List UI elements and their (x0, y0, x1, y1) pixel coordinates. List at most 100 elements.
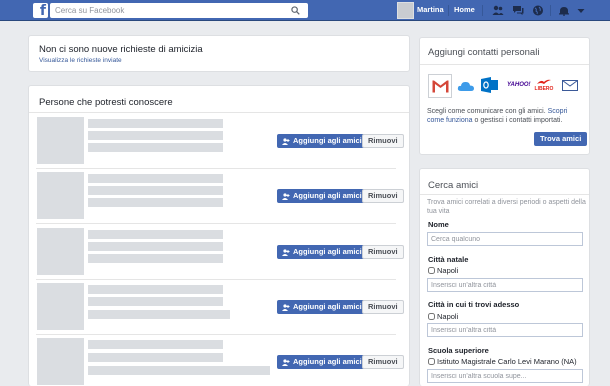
add-friend-button[interactable]: Aggiungi agli amici (277, 134, 368, 148)
add-friend-button[interactable]: Aggiungi agli amici (277, 245, 368, 259)
icloud-icon[interactable] (457, 80, 475, 92)
top-navigation-bar: f Martina Home (0, 0, 610, 21)
suggestion-info-placeholder (88, 366, 270, 375)
suggestion-info-placeholder (88, 310, 230, 319)
suggestion-avatar[interactable] (37, 117, 84, 164)
add-contacts-title: Aggiungi contatti personali (428, 47, 540, 58)
add-friend-label: Aggiungi agli amici (293, 191, 362, 200)
user-avatar[interactable] (397, 2, 414, 19)
suggestion-name-placeholder[interactable] (88, 230, 223, 239)
gmail-provider[interactable] (428, 74, 452, 98)
nav-divider (448, 5, 449, 16)
add-friend-button[interactable]: Aggiungi agli amici (277, 300, 368, 314)
messages-icon[interactable] (512, 5, 524, 16)
suggestion-info-placeholder (88, 143, 223, 152)
remove-suggestion-button[interactable]: Rimuovi (362, 300, 404, 314)
high-school-checkbox[interactable] (428, 358, 435, 365)
add-friend-icon (282, 358, 290, 366)
current-city-label: Città in cui ti trovi adesso (428, 300, 520, 309)
notifications-globe-icon[interactable] (532, 5, 544, 16)
search-friends-description: Trova amici correlati a diversi periodi … (427, 199, 586, 215)
people-you-may-know-title: Persone che potresti conoscere (39, 97, 173, 108)
profile-link[interactable]: Martina (417, 5, 444, 14)
add-friend-icon (282, 248, 290, 256)
remove-suggestion-button[interactable]: Rimuovi (362, 134, 404, 148)
nav-divider (482, 5, 483, 16)
contacts-description-text: Scegli come comunicare con gli amici. (427, 108, 546, 115)
current-city-checkbox[interactable] (428, 313, 435, 320)
libero-label: LIBERO (534, 86, 554, 92)
row-divider (36, 334, 396, 335)
hometown-option[interactable]: Napoli (428, 266, 458, 275)
hometown-label: Città natale (428, 255, 469, 264)
remove-suggestion-button[interactable]: Rimuovi (362, 189, 404, 203)
no-requests-text: Non ci sono nuove richieste di amicizia (39, 44, 203, 55)
libero-provider[interactable]: LIBERO (534, 78, 554, 92)
find-friends-button[interactable]: Trova amici (534, 132, 588, 146)
libero-bird-icon (537, 79, 551, 84)
view-sent-requests-link[interactable]: Visualizza le richieste inviate (39, 57, 122, 64)
suggestion-name-placeholder[interactable] (88, 119, 223, 128)
search-box (50, 3, 308, 18)
add-friend-icon (282, 137, 290, 145)
title-divider (420, 194, 589, 195)
nav-divider (550, 5, 551, 16)
title-divider (29, 112, 409, 113)
home-link[interactable]: Home (454, 5, 475, 14)
hometown-option-label: Napoli (437, 266, 459, 275)
friend-requests-card: Non ci sono nuove richieste di amicizia … (28, 35, 410, 72)
suggestion-info-placeholder (88, 131, 223, 140)
facebook-logo[interactable]: f (33, 3, 48, 18)
search-friends-title: Cerca amici (428, 180, 479, 191)
suggestion-avatar[interactable] (37, 228, 84, 275)
suggestion-info-placeholder (88, 254, 223, 263)
add-friend-button[interactable]: Aggiungi agli amici (277, 189, 368, 203)
high-school-option[interactable]: Istituto Magistrale Carlo Levi Marano (N… (428, 357, 577, 366)
suggestion-info-placeholder (88, 297, 223, 306)
email-envelope-icon[interactable] (562, 80, 578, 91)
current-city-option[interactable]: Napoli (428, 312, 458, 321)
contacts-description: Scegli come comunicare con gli amici. Sc… (427, 107, 584, 125)
outlook-icon[interactable] (481, 77, 499, 93)
name-search-input[interactable] (427, 232, 583, 246)
high-school-option-label: Istituto Magistrale Carlo Levi Marano (N… (437, 357, 577, 366)
add-friend-label: Aggiungi agli amici (293, 136, 362, 145)
hometown-checkbox[interactable] (428, 267, 435, 274)
add-friend-label: Aggiungi agli amici (293, 357, 362, 366)
search-icon[interactable] (291, 6, 300, 15)
hometown-input[interactable] (427, 278, 583, 292)
suggestion-avatar[interactable] (37, 283, 84, 330)
suggestion-info-placeholder (88, 242, 223, 251)
suggestion-avatar[interactable] (37, 338, 84, 385)
current-city-input[interactable] (427, 323, 583, 337)
add-friend-button[interactable]: Aggiungi agli amici (277, 355, 368, 369)
suggestion-info-placeholder (88, 198, 223, 207)
friend-requests-icon[interactable] (492, 5, 504, 16)
suggestion-name-placeholder[interactable] (88, 285, 223, 294)
add-friend-icon (282, 192, 290, 200)
current-city-option-label: Napoli (437, 312, 459, 321)
suggestion-info-placeholder (88, 353, 223, 362)
account-menu-chevron-down-icon[interactable] (576, 5, 586, 16)
remove-suggestion-button[interactable]: Rimuovi (362, 355, 404, 369)
high-school-input[interactable] (427, 369, 583, 383)
quick-help-icon[interactable] (558, 5, 570, 16)
search-input[interactable] (50, 3, 280, 18)
high-school-label: Scuola superiore (428, 346, 489, 355)
row-divider (36, 223, 396, 224)
row-divider (36, 168, 396, 169)
remove-suggestion-button[interactable]: Rimuovi (362, 245, 404, 259)
add-friend-label: Aggiungi agli amici (293, 247, 362, 256)
title-divider (420, 64, 589, 65)
add-friend-label: Aggiungi agli amici (293, 302, 362, 311)
suggestion-name-placeholder[interactable] (88, 340, 223, 349)
name-label: Nome (428, 220, 449, 229)
contacts-description-suffix: o gestisci i contatti importati. (474, 117, 563, 124)
suggestion-name-placeholder[interactable] (88, 174, 223, 183)
yahoo-icon[interactable]: YAHOO! (507, 82, 531, 88)
suggestion-avatar[interactable] (37, 172, 84, 219)
suggestion-info-placeholder (88, 186, 223, 195)
gmail-icon (432, 80, 449, 93)
add-friend-icon (282, 303, 290, 311)
row-divider (36, 279, 396, 280)
